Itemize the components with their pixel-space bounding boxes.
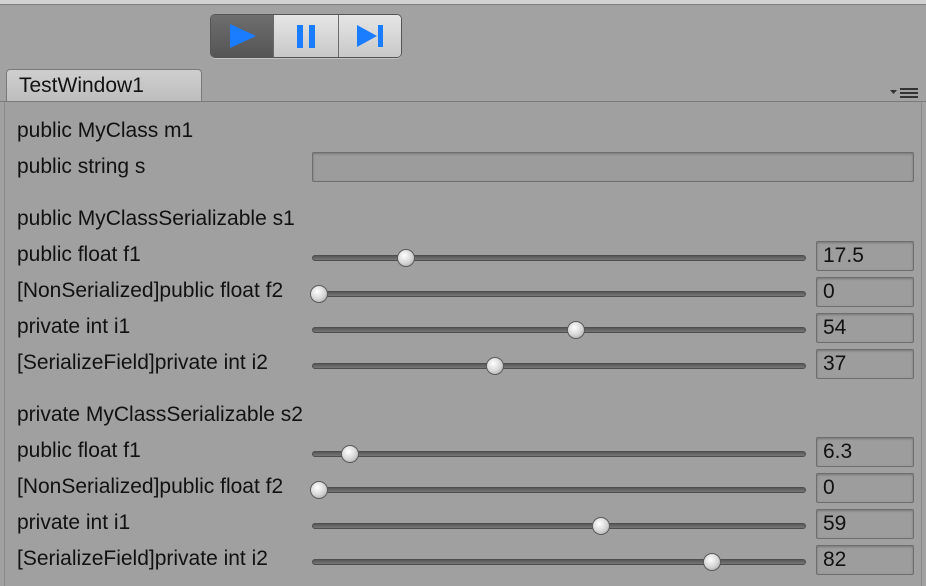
s2-f2-value-field[interactable]: 0 [816,473,914,503]
s2-i1-label: private int i1 [17,511,131,534]
s-text-field[interactable] [312,152,914,182]
s2-f1-slider-thumb[interactable] [340,445,359,463]
s2-i2-slider-thumb[interactable] [703,553,722,571]
s2-i2-value-field[interactable]: 82 [816,545,914,575]
s1-f2-value-field[interactable]: 0 [816,277,914,307]
s1-i1-label: private int i1 [17,315,131,338]
pause-icon [297,25,315,48]
s2-f2-slider-track[interactable] [312,487,806,493]
s1-i2-value-field[interactable]: 37 [816,349,914,379]
s2-i2-label: [SerializeField]private int i2 [17,547,268,570]
step-button[interactable] [339,15,401,57]
s1-i1-slider-track[interactable] [312,327,806,333]
s2-f1-slider-track[interactable] [312,451,806,457]
s2-i2-slider-track[interactable] [312,559,806,565]
menu-icon[interactable] [890,86,920,100]
s2-i1-value-field[interactable]: 59 [816,509,914,539]
s1-header: public MyClassSerializable s1 [17,207,295,230]
s2-f1-value-field[interactable]: 6.3 [816,437,914,467]
s1-f1-label: public float f1 [17,243,141,266]
step-icon [357,25,383,47]
s1-f2-label: [NonSerialized]public float f2 [17,279,284,302]
s1-i2-label: [SerializeField]private int i2 [17,351,268,374]
s1-i2-slider-thumb[interactable] [485,357,504,375]
pause-button[interactable] [274,15,339,57]
tab-title: TestWindow1 [19,74,144,97]
playback-controls [210,14,402,58]
s1-f1-slider-thumb[interactable] [396,249,415,267]
s1-f2-slider-track[interactable] [312,291,806,297]
m1-label: public MyClass m1 [17,119,194,142]
s1-f1-slider-track[interactable] [312,255,806,261]
s2-i1-slider-thumb[interactable] [591,517,610,535]
tab-testwindow1[interactable]: TestWindow1 [6,69,202,102]
s2-i1-slider-track[interactable] [312,523,806,529]
s2-header: private MyClassSerializable s2 [17,403,303,426]
play-icon [230,24,256,48]
s1-i2-slider-track[interactable] [312,363,806,369]
play-button[interactable] [211,15,274,57]
s2-f2-label: [NonSerialized]public float f2 [17,475,284,498]
s-label: public string s [17,155,146,178]
s1-i1-value-field[interactable]: 54 [816,313,914,343]
s1-f1-value-field[interactable]: 17.5 [816,241,914,271]
s2-f1-label: public float f1 [17,439,141,462]
